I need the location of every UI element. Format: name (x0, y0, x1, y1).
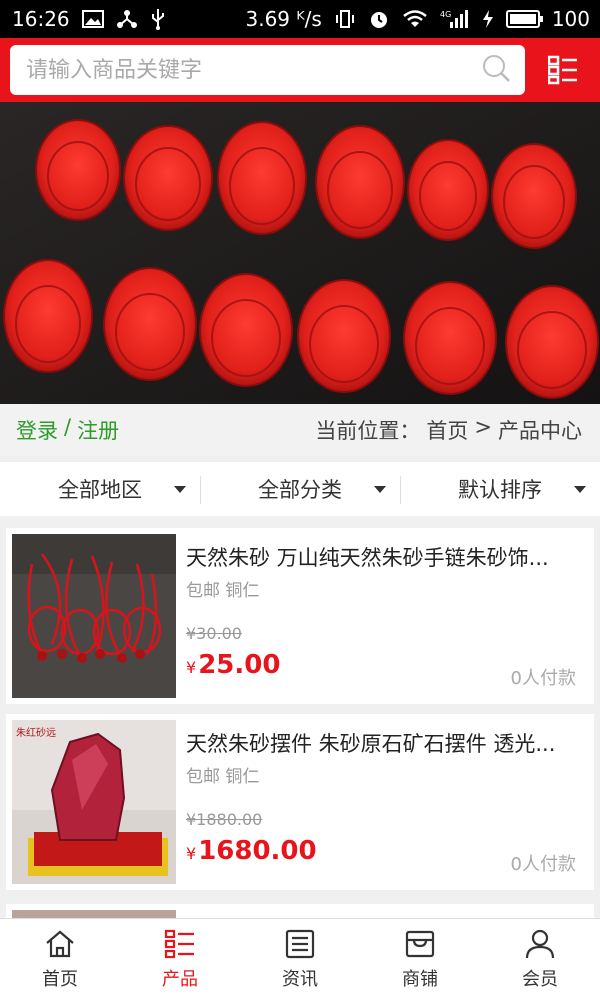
user-icon (525, 929, 555, 958)
filter-sort-dropdown[interactable]: 默认排序 (400, 462, 600, 516)
home-icon (46, 930, 74, 957)
category-menu-button[interactable] (535, 45, 590, 95)
search-input[interactable] (26, 57, 446, 83)
breadcrumb: 当前位置： 首页 > 产品中心 (315, 415, 582, 445)
network-type: 4G (440, 10, 451, 19)
cinnabar-pendants-photo (0, 102, 600, 404)
news-icon (285, 929, 315, 958)
product-title[interactable]: 天然朱砂 万山纯天然朱砂手链朱砂饰... (186, 542, 581, 572)
currency-symbol: ¥ (186, 844, 197, 863)
product-image[interactable]: 朱红砂远 (12, 720, 176, 884)
product-image[interactable] (12, 534, 176, 698)
status-bar: 16:26 3.69 ᴷ/s 4G 100 (0, 0, 600, 38)
login-link[interactable]: 登录 (16, 415, 58, 445)
filter-sort-label: 默认排序 (458, 478, 542, 502)
login-separator: / (64, 415, 72, 439)
tab-member[interactable]: 会员 (480, 919, 600, 1000)
register-link[interactable]: 注册 (77, 415, 119, 445)
filter-region-label: 全部地区 (58, 478, 142, 502)
tab-shop-label: 商铺 (402, 968, 438, 990)
wifi-icon (402, 9, 428, 29)
image-icon (81, 10, 104, 28)
tab-news-label: 资讯 (282, 968, 318, 990)
share-icon (116, 9, 138, 29)
product-tags: 包邮 铜仁 (186, 581, 260, 601)
product-original-price: ¥1880.00 (186, 810, 263, 829)
tab-news[interactable]: 资讯 (240, 919, 360, 1000)
breadcrumb-label: 当前位置： (315, 419, 421, 443)
caret-down-icon (174, 486, 186, 493)
product-title[interactable]: 天然朱砂摆件 朱砂原石矿石摆件 透光... (186, 728, 581, 758)
list-icon (164, 929, 194, 958)
product-tags: 包邮 铜仁 (186, 767, 260, 787)
price-value: 25.00 (198, 650, 281, 680)
product-paid-count: 0人付款 (510, 668, 576, 689)
battery-level: 100 (551, 7, 590, 31)
signal-icon: 4G (440, 9, 470, 29)
filter-region-dropdown[interactable]: 全部地区 (0, 462, 200, 516)
product-price: ¥1680.00 (186, 836, 317, 866)
ore-photo-stamp: 朱红砂远 (16, 726, 56, 739)
search-box[interactable] (10, 45, 526, 95)
tab-home[interactable]: 首页 (0, 919, 120, 1000)
search-icon[interactable] (481, 53, 511, 87)
product-price: ¥25.00 (186, 650, 280, 680)
alarm-icon (368, 8, 390, 30)
shop-icon (405, 930, 435, 957)
currency-symbol: ¥ (186, 658, 197, 677)
vibrate-icon (334, 9, 356, 29)
tab-shop[interactable]: 商铺 (360, 919, 480, 1000)
filter-bar: 全部地区 全部分类 默认排序 (0, 462, 600, 516)
tab-home-label: 首页 (42, 968, 78, 990)
filter-category-dropdown[interactable]: 全部分类 (200, 462, 400, 516)
price-value: 1680.00 (198, 836, 317, 866)
usb-icon (150, 8, 166, 30)
product-card[interactable]: 天然朱砂 万山纯天然朱砂手链朱砂饰... 包邮 铜仁 ¥30.00 ¥25.00… (6, 528, 594, 704)
tab-member-label: 会员 (522, 968, 558, 990)
cinnabar-ore-photo: 朱红砂远 (12, 720, 176, 884)
battery-icon (505, 10, 543, 28)
product-paid-count: 0人付款 (510, 854, 576, 875)
breadcrumb-current: 产品中心 (498, 419, 582, 443)
breadcrumb-arrow: > (474, 415, 492, 439)
caret-down-icon (574, 486, 586, 493)
category-list-icon (547, 55, 577, 85)
product-original-price: ¥30.00 (186, 624, 242, 643)
header (0, 38, 600, 102)
bottom-tab-bar: 首页 产品 资讯 商铺 会员 (0, 918, 600, 1000)
tab-products-label: 产品 (162, 968, 198, 990)
status-bar-left: 16:26 (12, 7, 166, 31)
status-time: 16:26 (12, 7, 70, 31)
breadcrumb-home[interactable]: 首页 (426, 415, 468, 445)
filter-category-label: 全部分类 (258, 478, 342, 502)
status-bar-right: 3.69 ᴷ/s 4G 100 (246, 7, 591, 31)
caret-down-icon (374, 486, 386, 493)
bracelet-photo (12, 534, 176, 698)
tab-products[interactable]: 产品 (120, 919, 240, 1000)
charging-icon (482, 9, 494, 29)
login-breadcrumb-bar: 登录 / 注册 当前位置： 首页 > 产品中心 (0, 404, 600, 456)
network-speed: 3.69 ᴷ/s (245, 7, 322, 31)
login-links: 登录 / 注册 (16, 415, 119, 445)
product-card[interactable]: 朱红砂远 天然朱砂摆件 朱砂原石矿石摆件 透光... 包邮 铜仁 ¥1880.0… (6, 714, 594, 890)
banner-image[interactable] (0, 102, 600, 404)
